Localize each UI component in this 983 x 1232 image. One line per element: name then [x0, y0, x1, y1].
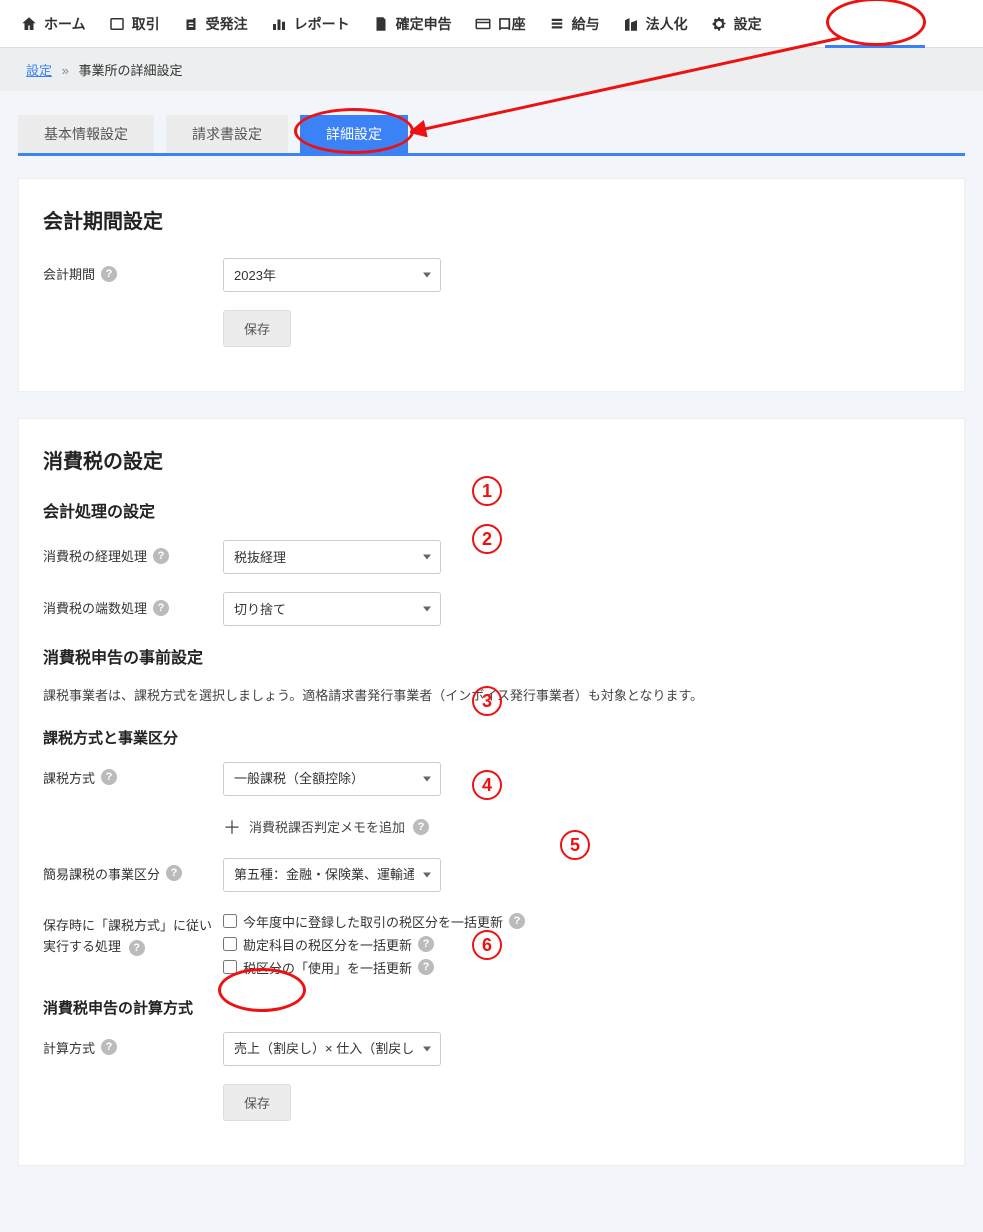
- list-icon: [548, 15, 566, 33]
- nav-transactions[interactable]: 取引: [98, 0, 170, 48]
- tax-accounting-select[interactable]: 税抜経理: [223, 540, 441, 574]
- tax-rounding-label: 消費税の端数処理: [43, 598, 147, 617]
- help-icon[interactable]: ?: [418, 959, 434, 975]
- file-check-icon: [372, 15, 390, 33]
- tab-invoice-settings[interactable]: 請求書設定: [166, 115, 288, 153]
- subtabs: 基本情報設定 請求書設定 詳細設定: [18, 115, 965, 156]
- tax-method-select[interactable]: 一般課税（全額控除）: [223, 762, 441, 796]
- card2-title: 消費税の設定: [43, 445, 940, 474]
- gear-icon: [710, 15, 728, 33]
- breadcrumb-current: 事業所の詳細設定: [79, 63, 183, 78]
- help-icon[interactable]: ?: [101, 266, 117, 282]
- nav-label: 受発注: [206, 14, 248, 34]
- tab-detail-settings[interactable]: 詳細設定: [300, 115, 408, 153]
- card-accounting-period: 会計期間設定 会計期間 ? 2023年 保存: [18, 178, 965, 392]
- help-icon[interactable]: ?: [101, 769, 117, 785]
- doc-list-icon: [182, 15, 200, 33]
- nav-payroll[interactable]: 給与: [538, 0, 610, 48]
- card-consumption-tax: 消費税の設定 会計処理の設定 消費税の経理処理 ? 税抜経理 消費税: [18, 418, 965, 1166]
- tax-rounding-select[interactable]: 切り捨て: [223, 592, 441, 626]
- cb-update-usage[interactable]: [223, 960, 237, 974]
- save-period-button[interactable]: 保存: [223, 310, 291, 347]
- help-icon[interactable]: ?: [101, 1039, 117, 1055]
- help-icon[interactable]: ?: [509, 913, 525, 929]
- breadcrumb-link-settings[interactable]: 設定: [26, 63, 52, 78]
- home-icon: [20, 15, 38, 33]
- card1-title: 会計期間設定: [43, 205, 940, 234]
- building-icon: [622, 15, 640, 33]
- add-memo-label: 消費税課否判定メモを追加: [249, 817, 405, 836]
- nav-active-underline: [825, 45, 925, 48]
- breadcrumb: 設定 » 事業所の詳細設定: [0, 48, 983, 91]
- period-label: 会計期間: [43, 264, 95, 283]
- help-icon[interactable]: ?: [129, 940, 145, 956]
- nav-label: 取引: [132, 14, 160, 34]
- calc-method-label: 計算方式: [43, 1038, 95, 1057]
- nav-label: 設定: [734, 14, 762, 34]
- chart-icon: [270, 15, 288, 33]
- heading-calc-method: 消費税申告の計算方式: [43, 997, 940, 1018]
- cb2-label: 勘定科目の税区分を一括更新: [243, 935, 412, 954]
- cb-update-accounts[interactable]: [223, 937, 237, 951]
- breadcrumb-sep: »: [62, 63, 69, 78]
- save-tax-button[interactable]: 保存: [223, 1084, 291, 1121]
- help-icon[interactable]: ?: [166, 865, 182, 881]
- tax-method-label: 課税方式: [43, 768, 95, 787]
- nav-label: レポート: [294, 14, 350, 34]
- tab-basic-info[interactable]: 基本情報設定: [18, 115, 154, 153]
- square-icon: [108, 15, 126, 33]
- heading-accounting-proc: 会計処理の設定: [43, 498, 940, 522]
- cb-update-transactions[interactable]: [223, 914, 237, 928]
- heading-taxtype: 課税方式と事業区分: [43, 727, 940, 748]
- help-icon[interactable]: ?: [153, 600, 169, 616]
- cb3-label: 税区分の「使用」を一括更新: [243, 958, 412, 977]
- nav-label: 給与: [572, 14, 600, 34]
- plus-icon: ＋: [223, 814, 241, 840]
- nav-label: 確定申告: [396, 14, 452, 34]
- nav-home[interactable]: ホーム: [10, 0, 96, 48]
- card-icon: [474, 15, 492, 33]
- nav-incorporation[interactable]: 法人化: [612, 0, 698, 48]
- top-nav: ホーム 取引 受発注 レポート 確定申告 口座 給与 法人化: [0, 0, 983, 48]
- heading-pre-filing: 消費税申告の事前設定: [43, 644, 940, 668]
- onsave-label-line2: 実行する処理: [43, 939, 121, 954]
- help-icon[interactable]: ?: [413, 819, 429, 835]
- nav-label: 口座: [498, 14, 526, 34]
- onsave-label-line1: 保存時に「課税方式」に従い: [43, 918, 212, 933]
- tax-accounting-label: 消費税の経理処理: [43, 546, 147, 565]
- help-icon[interactable]: ?: [418, 936, 434, 952]
- nav-tax-filing[interactable]: 確定申告: [362, 0, 462, 48]
- nav-label: ホーム: [44, 14, 86, 34]
- nav-settings[interactable]: 設定: [700, 0, 772, 48]
- add-tax-memo-link[interactable]: ＋ 消費税課否判定メモを追加 ?: [223, 814, 429, 840]
- simple-tax-category-select[interactable]: 第五種：金融・保険業、運輸通信: [223, 858, 441, 892]
- cb1-label: 今年度中に登録した取引の税区分を一括更新: [243, 912, 503, 931]
- nav-accounts[interactable]: 口座: [464, 0, 536, 48]
- calc-method-select[interactable]: 売上（割戻し）× 仕入（割戻し）: [223, 1032, 441, 1066]
- nav-reports[interactable]: レポート: [260, 0, 360, 48]
- filing-note: 課税事業者は、課税方式を選択しましょう。適格請求書発行事業者（インボイス発行事業…: [43, 686, 940, 707]
- nav-label: 法人化: [646, 14, 688, 34]
- nav-orders[interactable]: 受発注: [172, 0, 258, 48]
- help-icon[interactable]: ?: [153, 548, 169, 564]
- period-select[interactable]: 2023年: [223, 258, 441, 292]
- simple-tax-category-label: 簡易課税の事業区分: [43, 864, 160, 883]
